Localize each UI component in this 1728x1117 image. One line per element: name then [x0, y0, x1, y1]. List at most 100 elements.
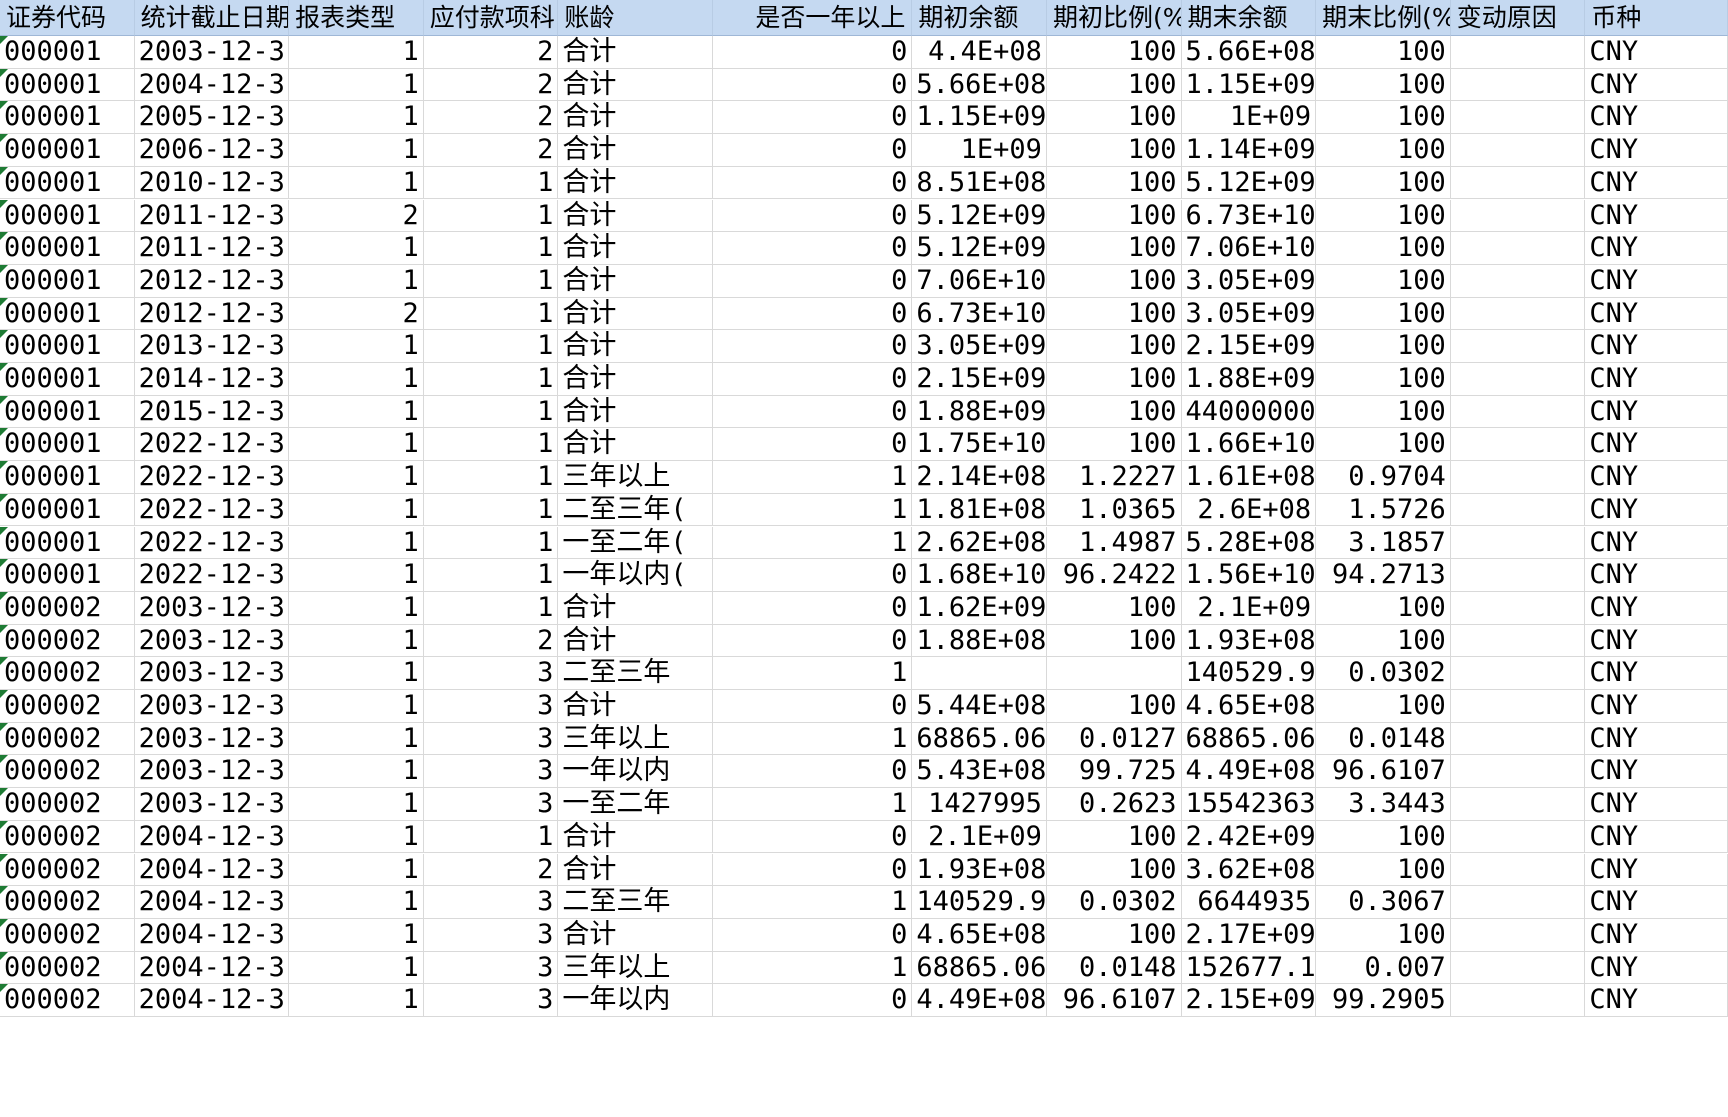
cell-over-one-year[interactable]: 1	[712, 788, 913, 821]
column-header-closing-balance[interactable]: 期末余额	[1181, 0, 1317, 36]
cell-statistical-date[interactable]: 2005-12-31	[134, 101, 290, 135]
cell-over-one-year[interactable]: 0	[712, 984, 913, 1017]
cell-report-type[interactable]: 1	[289, 264, 424, 298]
cell-aging[interactable]: 合计	[558, 166, 713, 200]
cell-opening-ratio[interactable]: 100	[1046, 264, 1182, 298]
cell-security-code[interactable]: 000001	[0, 232, 135, 265]
cell-aging[interactable]: 二至三年	[558, 886, 713, 919]
cell-security-code[interactable]: 000001	[0, 68, 135, 102]
cell-security-code[interactable]: 000001	[0, 330, 135, 363]
column-header-change-reason[interactable]: 变动原因	[1450, 0, 1586, 36]
cell-report-type[interactable]: 1	[289, 690, 424, 723]
cell-report-type[interactable]: 1	[289, 166, 424, 200]
cell-change-reason[interactable]	[1450, 657, 1586, 690]
cell-payable-subject[interactable]: 3	[423, 690, 559, 723]
cell-currency[interactable]: CNY	[1585, 984, 1728, 1017]
cell-closing-ratio[interactable]: 100	[1316, 330, 1451, 363]
cell-payable-subject[interactable]: 3	[423, 886, 559, 919]
cell-closing-balance[interactable]: 1.15E+09	[1181, 68, 1317, 102]
cell-opening-ratio[interactable]: 1.0365	[1046, 493, 1182, 527]
cell-currency[interactable]: CNY	[1585, 363, 1728, 396]
cell-payable-subject[interactable]: 1	[423, 559, 559, 592]
cell-security-code[interactable]: 000002	[0, 886, 135, 919]
cell-over-one-year[interactable]: 0	[712, 199, 913, 233]
cell-closing-ratio[interactable]: 3.3443	[1316, 788, 1451, 821]
cell-statistical-date[interactable]: 2012-12-31	[134, 297, 290, 331]
cell-statistical-date[interactable]: 2004-12-31	[134, 918, 290, 952]
cell-opening-ratio[interactable]: 0.0302	[1046, 886, 1182, 919]
cell-currency[interactable]: CNY	[1585, 853, 1728, 887]
cell-over-one-year[interactable]: 0	[712, 624, 913, 658]
cell-payable-subject[interactable]: 1	[423, 166, 559, 200]
cell-opening-ratio[interactable]: 1.4987	[1046, 526, 1182, 560]
cell-security-code[interactable]: 000001	[0, 493, 135, 527]
cell-statistical-date[interactable]: 2004-12-31	[134, 820, 290, 854]
cell-currency[interactable]: CNY	[1585, 428, 1728, 462]
cell-security-code[interactable]: 000001	[0, 199, 135, 233]
cell-over-one-year[interactable]: 0	[712, 264, 913, 298]
cell-currency[interactable]: CNY	[1585, 722, 1728, 756]
cell-over-one-year[interactable]: 0	[712, 363, 913, 396]
cell-report-type[interactable]: 1	[289, 788, 424, 821]
cell-closing-ratio[interactable]: 0.007	[1316, 951, 1451, 985]
cell-currency[interactable]: CNY	[1585, 591, 1728, 625]
cell-statistical-date[interactable]: 2003-12-31	[134, 591, 290, 625]
cell-change-reason[interactable]	[1450, 755, 1586, 789]
cell-over-one-year[interactable]: 1	[712, 657, 913, 690]
cell-closing-ratio[interactable]: 100	[1316, 918, 1451, 952]
cell-aging[interactable]: 三年以上	[558, 461, 713, 494]
cell-change-reason[interactable]	[1450, 820, 1586, 854]
cell-opening-ratio[interactable]: 100	[1046, 820, 1182, 854]
cell-closing-balance[interactable]: 1.61E+08	[1181, 461, 1317, 494]
cell-payable-subject[interactable]: 1	[423, 428, 559, 462]
cell-report-type[interactable]: 1	[289, 526, 424, 560]
cell-over-one-year[interactable]: 0	[712, 134, 913, 167]
cell-closing-ratio[interactable]: 0.0302	[1316, 657, 1451, 690]
cell-statistical-date[interactable]: 2022-12-31	[134, 493, 290, 527]
cell-opening-balance[interactable]: 4.49E+08	[912, 984, 1047, 1017]
cell-over-one-year[interactable]: 1	[712, 461, 913, 494]
cell-payable-subject[interactable]: 3	[423, 755, 559, 789]
column-header-aging[interactable]: 账龄	[558, 0, 713, 36]
cell-closing-ratio[interactable]: 100	[1316, 363, 1451, 396]
cell-payable-subject[interactable]: 1	[423, 526, 559, 560]
cell-payable-subject[interactable]: 1	[423, 591, 559, 625]
cell-report-type[interactable]: 1	[289, 461, 424, 494]
cell-opening-ratio[interactable]: 1.2227	[1046, 461, 1182, 494]
cell-closing-balance[interactable]: 6644935	[1181, 886, 1317, 919]
cell-closing-ratio[interactable]: 3.1857	[1316, 526, 1451, 560]
cell-change-reason[interactable]	[1450, 951, 1586, 985]
cell-opening-balance[interactable]: 2.15E+09	[912, 363, 1047, 396]
cell-aging[interactable]: 合计	[558, 918, 713, 952]
cell-closing-balance[interactable]: 15542363	[1181, 788, 1317, 821]
cell-opening-ratio[interactable]: 100	[1046, 428, 1182, 462]
cell-closing-ratio[interactable]: 0.9704	[1316, 461, 1451, 494]
cell-security-code[interactable]: 000002	[0, 690, 135, 723]
cell-over-one-year[interactable]: 0	[712, 68, 913, 102]
cell-closing-balance[interactable]: 2.42E+09	[1181, 820, 1317, 854]
cell-security-code[interactable]: 000001	[0, 134, 135, 167]
cell-closing-balance[interactable]: 68865.06	[1181, 722, 1317, 756]
cell-opening-balance[interactable]: 1.68E+10	[912, 559, 1047, 592]
cell-change-reason[interactable]	[1450, 264, 1586, 298]
cell-opening-ratio[interactable]: 96.2422	[1046, 559, 1182, 592]
cell-closing-ratio[interactable]: 100	[1316, 232, 1451, 265]
cell-opening-balance[interactable]: 4.4E+08	[912, 36, 1047, 69]
cell-closing-ratio[interactable]: 100	[1316, 820, 1451, 854]
cell-security-code[interactable]: 000001	[0, 428, 135, 462]
cell-statistical-date[interactable]: 2003-12-31	[134, 657, 290, 690]
cell-aging[interactable]: 二至三年(	[558, 493, 713, 527]
cell-currency[interactable]: CNY	[1585, 624, 1728, 658]
cell-closing-ratio[interactable]: 0.3067	[1316, 886, 1451, 919]
cell-security-code[interactable]: 000001	[0, 36, 135, 69]
cell-opening-balance[interactable]: 4.65E+08	[912, 918, 1047, 952]
cell-closing-ratio[interactable]: 100	[1316, 101, 1451, 135]
cell-opening-balance[interactable]: 5.66E+08	[912, 68, 1047, 102]
cell-payable-subject[interactable]: 2	[423, 624, 559, 658]
cell-over-one-year[interactable]: 0	[712, 690, 913, 723]
cell-closing-ratio[interactable]: 100	[1316, 134, 1451, 167]
cell-change-reason[interactable]	[1450, 297, 1586, 331]
cell-report-type[interactable]: 1	[289, 918, 424, 952]
cell-closing-ratio[interactable]: 100	[1316, 36, 1451, 69]
cell-change-reason[interactable]	[1450, 918, 1586, 952]
